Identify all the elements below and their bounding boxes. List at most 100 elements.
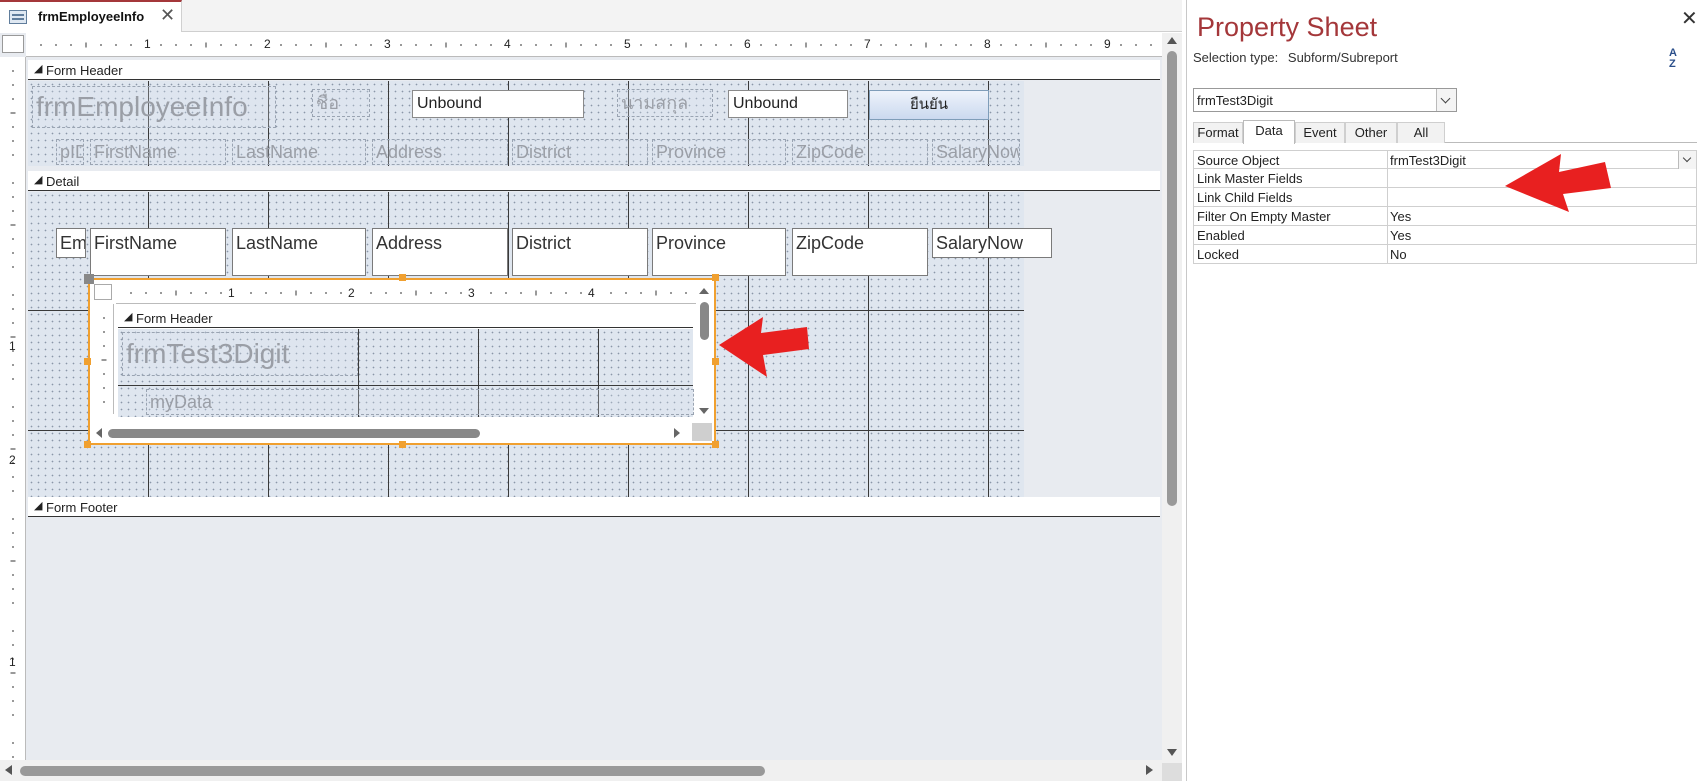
horizontal-ruler[interactable]: 1 2 3 4 5 6 7 8 9	[26, 33, 1162, 57]
subform-size-grip[interactable]	[692, 423, 712, 441]
column-label-pid[interactable]: pID	[56, 139, 84, 165]
column-label-lastname[interactable]: LastName	[232, 139, 366, 165]
property-value[interactable]: Yes	[1387, 226, 1696, 244]
property-row-source-object[interactable]: Source Object frmTest3Digit	[1193, 150, 1697, 169]
document-tab-frmemployeeinfo[interactable]: frmEmployeeInfo ✕	[0, 0, 182, 32]
ruler-number: 4	[588, 286, 595, 300]
ruler-number: 1	[9, 339, 16, 353]
property-name: Link Child Fields	[1197, 190, 1293, 205]
section-arrow-icon: ◢	[34, 174, 43, 186]
column-label-address[interactable]: Address	[372, 139, 508, 165]
ruler-number: 7	[864, 37, 871, 51]
property-tabs: Format Data Event Other All	[1193, 120, 1697, 144]
form-header-section-bar[interactable]: ◢ Form Header	[28, 60, 1160, 80]
close-tab-icon[interactable]: ✕	[160, 5, 175, 26]
section-label: Form Header	[136, 311, 213, 326]
section-label: Form Footer	[46, 500, 118, 515]
ruler-number: 6	[744, 37, 751, 51]
form-icon	[9, 10, 27, 24]
subform-horizontal-scrollbar[interactable]	[94, 425, 690, 441]
section-arrow-icon: ◢	[34, 63, 43, 75]
property-row-link-master-fields[interactable]: Link Master Fields	[1193, 169, 1697, 188]
section-arrow-icon: ◢	[34, 500, 43, 512]
ruler-number: 4	[504, 37, 511, 51]
form-title-label[interactable]: frmEmployeeInfo	[32, 86, 276, 128]
detail-field-address[interactable]: Address	[372, 228, 508, 276]
name-label[interactable]: ชื่อ	[312, 89, 370, 117]
subform-horizontal-ruler: 1 2 3 4	[116, 282, 696, 304]
ruler-number: 1	[144, 37, 151, 51]
property-grid: Source Object frmTest3Digit Link Master …	[1193, 150, 1697, 264]
property-row-link-child-fields[interactable]: Link Child Fields	[1193, 188, 1697, 207]
detail-field-lastname[interactable]: LastName	[232, 228, 366, 276]
resize-handle[interactable]	[84, 358, 91, 365]
horizontal-scrollbar[interactable]	[0, 760, 1162, 781]
section-label: Detail	[46, 174, 80, 189]
annotation-arrow-icon	[1505, 154, 1611, 212]
column-label-salarynow[interactable]: SalaryNow	[932, 139, 1020, 165]
detail-field-zipcode[interactable]: ZipCode	[792, 228, 928, 276]
form-selector[interactable]	[2, 35, 24, 53]
tab-label: frmEmployeeInfo	[38, 9, 145, 24]
column-label-zipcode[interactable]: ZipCode	[792, 139, 928, 165]
tab-data[interactable]: Data	[1243, 120, 1295, 144]
column-label-province[interactable]: Province	[652, 139, 786, 165]
subform-vertical-scrollbar[interactable]	[696, 284, 712, 418]
subform-header-section-bar[interactable]: ◢ Form Header	[118, 308, 693, 328]
subform-control[interactable]: 1 2 3 4 ◢ Form Header frmTest3Digit myDa…	[88, 278, 716, 445]
ruler-number: 2	[9, 453, 16, 467]
ruler-number: 3	[468, 286, 475, 300]
sort-icon[interactable]: AZ	[1669, 48, 1695, 76]
detail-section-bar[interactable]: ◢ Detail	[28, 171, 1160, 191]
surname-label[interactable]: นามสกุล	[617, 89, 713, 117]
selection-type-value: Subform/Subreport	[1287, 50, 1398, 65]
detail-field-salarynow[interactable]: SalaryNow	[932, 228, 1052, 258]
detail-field-province[interactable]: Province	[652, 228, 786, 276]
subform-header-area[interactable]: frmTest3Digit myData	[118, 329, 694, 417]
detail-field-district[interactable]: District	[512, 228, 648, 276]
detail-field-emp[interactable]: Em	[56, 228, 86, 258]
mydata-label[interactable]: myData	[146, 389, 694, 415]
tab-event[interactable]: Event	[1295, 122, 1345, 143]
name-textbox[interactable]: Unbound	[412, 90, 584, 118]
resize-handle[interactable]	[84, 441, 91, 448]
vertical-scrollbar[interactable]	[1162, 33, 1182, 763]
property-name: Filter On Empty Master	[1197, 209, 1331, 224]
property-row-filter-on-empty-master[interactable]: Filter On Empty Master Yes	[1193, 207, 1697, 226]
ruler-number: 5	[624, 37, 631, 51]
ruler-number: 8	[984, 37, 991, 51]
column-label-firstname[interactable]: FirstName	[90, 139, 226, 165]
chevron-down-icon[interactable]	[1436, 89, 1456, 111]
property-row-locked[interactable]: Locked No	[1193, 245, 1697, 264]
object-selector-value: frmTest3Digit	[1197, 93, 1273, 108]
subform-selector[interactable]	[94, 284, 112, 300]
confirm-button[interactable]: ยืนยัน	[869, 90, 989, 120]
detail-field-firstname[interactable]: FirstName	[90, 228, 226, 276]
move-handle[interactable]	[84, 274, 94, 284]
object-selector-combo[interactable]: frmTest3Digit	[1193, 88, 1457, 112]
vertical-ruler[interactable]: 1 2 1	[0, 57, 26, 781]
resize-handle[interactable]	[399, 274, 406, 281]
chevron-down-icon[interactable]	[1678, 151, 1696, 169]
ruler-number: 2	[348, 286, 355, 300]
property-sheet-title: Property Sheet	[1197, 12, 1378, 42]
resize-handle[interactable]	[712, 441, 719, 448]
ruler-number: 1	[228, 286, 235, 300]
close-icon[interactable]: ✕	[1681, 6, 1698, 31]
form-footer-section-bar[interactable]: ◢ Form Footer	[28, 497, 1160, 517]
property-row-enabled[interactable]: Enabled Yes	[1193, 226, 1697, 245]
subform-title-label[interactable]: frmTest3Digit	[122, 332, 358, 376]
surname-textbox[interactable]: Unbound	[728, 90, 848, 118]
resize-handle[interactable]	[712, 274, 719, 281]
resize-handle[interactable]	[399, 441, 406, 448]
column-label-district[interactable]: District	[512, 139, 648, 165]
document-tab-strip: frmEmployeeInfo ✕	[0, 0, 1182, 32]
annotation-arrow-icon	[719, 317, 809, 377]
tab-format[interactable]: Format	[1193, 122, 1243, 143]
form-design-surface[interactable]: 1 2 3 4 5 6 7 8 9 1 2 1 ◢ Form Header fr…	[0, 33, 1182, 781]
tab-other[interactable]: Other	[1345, 122, 1397, 143]
section-arrow-icon: ◢	[124, 311, 133, 323]
size-grip	[1162, 763, 1182, 781]
property-value[interactable]: No	[1387, 245, 1696, 263]
tab-all[interactable]: All	[1397, 122, 1445, 143]
